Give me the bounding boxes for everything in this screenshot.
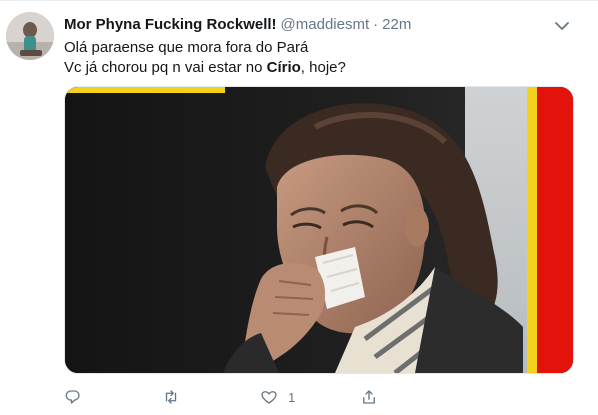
avatar-image bbox=[6, 12, 54, 60]
tweet-text-line-1: Olá paraense que mora fora do Pará bbox=[64, 39, 309, 56]
tweet-text-line-2-start: Vc já chorou pq n vai estar no bbox=[64, 59, 267, 76]
tweet-media-photo[interactable] bbox=[64, 86, 574, 374]
tweet-text: Olá paraense que mora fora do Pará Vc já… bbox=[64, 38, 584, 78]
reply-icon bbox=[65, 390, 80, 404]
tweet-actions: 1 bbox=[64, 384, 504, 410]
tweet-text-line-2: Vc já chorou pq n vai estar no Círio, ho… bbox=[64, 58, 584, 78]
separator-dot: · bbox=[373, 16, 379, 33]
share-button[interactable] bbox=[360, 384, 388, 410]
user-handle[interactable]: @maddiesmt bbox=[281, 15, 370, 35]
top-divider bbox=[0, 0, 598, 1]
share-icon bbox=[363, 390, 375, 404]
photo-woman-crying-icon bbox=[65, 87, 573, 373]
retweet-icon bbox=[165, 390, 177, 404]
timestamp[interactable]: 22m bbox=[382, 15, 411, 35]
like-count: 1 bbox=[288, 389, 296, 405]
tweet-text-bold-word: Círio bbox=[266, 59, 301, 76]
display-name[interactable]: Mor Phyna Fucking Rockwell! bbox=[64, 15, 277, 35]
tweet-header: Mor Phyna Fucking Rockwell! @maddiesmt ·… bbox=[64, 14, 584, 36]
like-button[interactable]: 1 bbox=[260, 384, 295, 410]
reply-button[interactable] bbox=[64, 384, 92, 410]
avatar[interactable] bbox=[6, 12, 54, 60]
tweet-text-line-2-end: , hoje? bbox=[300, 59, 346, 76]
chevron-down-icon[interactable] bbox=[554, 20, 570, 32]
retweet-button[interactable] bbox=[162, 384, 190, 410]
heart-icon bbox=[261, 391, 277, 404]
